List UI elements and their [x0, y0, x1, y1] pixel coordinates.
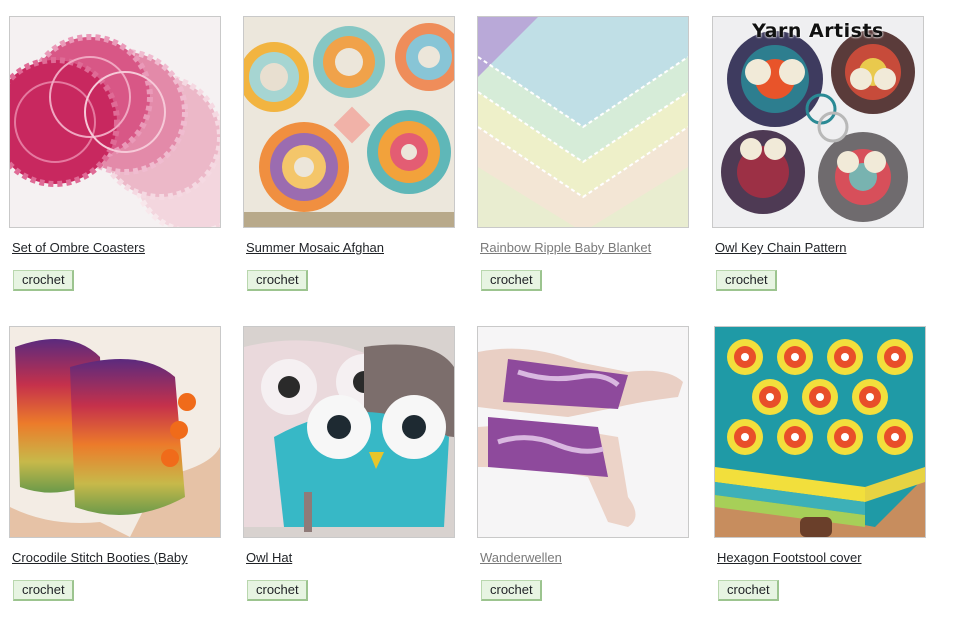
pattern-card: Rainbow Ripple Baby Blanket crochet — [477, 16, 691, 291]
mosaic-afghan-image — [244, 17, 454, 227]
pattern-title-link[interactable]: Set of Ombre Coasters — [12, 240, 223, 256]
ombre-coasters-image — [10, 17, 220, 227]
pattern-title-link[interactable]: Summer Mosaic Afghan — [246, 240, 457, 256]
pattern-thumbnail[interactable] — [9, 16, 221, 228]
image-overlay-text: Yarn Artists — [752, 20, 884, 42]
pattern-thumbnail[interactable] — [243, 16, 455, 228]
pattern-card: Crocodile Stitch Booties (Baby crochet — [9, 326, 223, 601]
pattern-thumbnail[interactable] — [9, 326, 221, 538]
tag-crochet[interactable]: crochet — [13, 270, 74, 291]
pattern-title-link[interactable]: Hexagon Footstool cover — [717, 550, 928, 566]
pattern-card: Wanderwellen crochet — [477, 326, 691, 601]
hexagon-footstool-image — [715, 327, 925, 537]
tag-crochet[interactable]: crochet — [13, 580, 74, 601]
tag-crochet[interactable]: crochet — [718, 580, 779, 601]
crocodile-booties-image — [10, 327, 220, 537]
pattern-title-link[interactable]: Wanderwellen — [480, 550, 691, 566]
pattern-card: Yarn Artists Owl Key Chain Pattern croch… — [712, 16, 926, 291]
owl-hat-image — [244, 327, 454, 537]
pattern-title-link[interactable]: Owl Key Chain Pattern — [715, 240, 926, 256]
tag-crochet[interactable]: crochet — [481, 270, 542, 291]
pattern-thumbnail[interactable]: Yarn Artists — [712, 16, 924, 228]
pattern-thumbnail[interactable] — [714, 326, 926, 538]
pattern-card: Set of Ombre Coasters crochet — [9, 16, 223, 291]
pattern-thumbnail[interactable] — [243, 326, 455, 538]
pattern-card: Owl Hat crochet — [243, 326, 457, 601]
pattern-title-link[interactable]: Owl Hat — [246, 550, 457, 566]
pattern-thumbnail[interactable] — [477, 16, 689, 228]
tag-crochet[interactable]: crochet — [481, 580, 542, 601]
ripple-blanket-image — [478, 17, 688, 227]
tag-crochet[interactable]: crochet — [716, 270, 777, 291]
tag-crochet[interactable]: crochet — [247, 270, 308, 291]
pattern-card: Summer Mosaic Afghan crochet — [243, 16, 457, 291]
pattern-card: Hexagon Footstool cover crochet — [714, 326, 928, 601]
owl-keychain-image — [713, 17, 923, 227]
tag-crochet[interactable]: crochet — [247, 580, 308, 601]
pattern-thumbnail[interactable] — [477, 326, 689, 538]
pattern-title-link[interactable]: Rainbow Ripple Baby Blanket — [480, 240, 691, 256]
pattern-title-link[interactable]: Crocodile Stitch Booties (Baby — [12, 550, 223, 566]
wrist-warmers-image — [478, 327, 688, 537]
